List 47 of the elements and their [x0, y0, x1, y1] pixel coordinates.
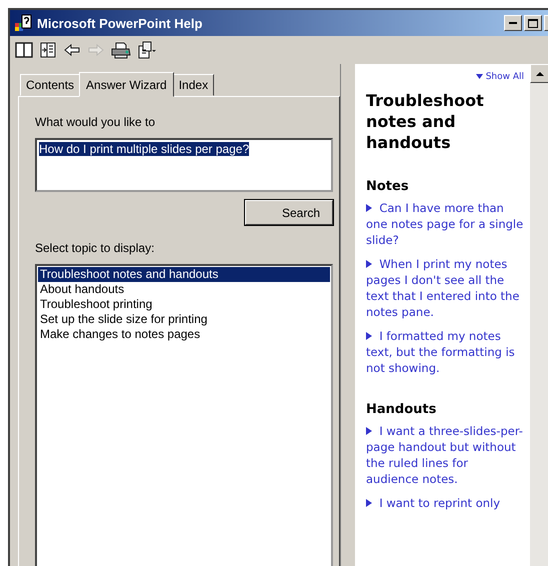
tab[interactable]: Answer Wizard — [79, 72, 174, 97]
article-title: Troubleshoot notes and handouts — [366, 90, 485, 153]
expand-arrow-icon — [366, 332, 372, 340]
split-button[interactable] — [14, 41, 34, 59]
expand-arrow-icon — [366, 427, 372, 435]
expand-arrow-icon — [366, 499, 372, 507]
split-pane-icon — [15, 41, 33, 59]
maximize-button[interactable] — [524, 15, 542, 31]
topic-item[interactable]: Make changes to notes pages — [38, 327, 330, 342]
tab[interactable]: Contents — [20, 74, 80, 96]
tab[interactable]: Index — [172, 74, 214, 96]
window-title: Microsoft PowerPoint Help — [37, 16, 204, 30]
search-button[interactable]: Search — [245, 200, 333, 225]
question-field[interactable]: How do I print multiple slides per page? — [35, 138, 333, 192]
topic-item[interactable]: Troubleshoot notes and handouts — [38, 267, 330, 282]
minimize-icon — [509, 22, 517, 24]
scroll-up-icon — [536, 72, 544, 76]
maximize-icon — [528, 18, 538, 28]
question-label: What would you like to — [35, 115, 156, 129]
show-all-link[interactable]: Show All — [476, 72, 524, 82]
options-icon — [137, 41, 157, 59]
options-button[interactable] — [136, 41, 158, 59]
topics-label: Select topic to display: — [35, 241, 156, 255]
print-button[interactable] — [110, 41, 132, 59]
contents-button[interactable] — [38, 41, 58, 59]
scrollbar[interactable] — [530, 64, 548, 566]
question-link[interactable]: I want to reprint only — [366, 495, 524, 511]
back-button[interactable] — [62, 41, 82, 59]
section-heading: Handouts — [366, 402, 438, 417]
section-heading: Notes — [366, 179, 410, 194]
question-link[interactable]: I formatted my notes text, but the formatting is not showing. — [366, 328, 524, 376]
expand-arrow-icon — [366, 204, 372, 212]
minimize-button[interactable] — [504, 15, 522, 31]
help-icon — [14, 14, 32, 32]
topic-item[interactable]: About handouts — [38, 282, 330, 297]
caret-icon — [476, 74, 483, 79]
expand-arrow-icon — [366, 260, 372, 268]
question-link[interactable]: Can I have more than one notes page for a single slide? — [366, 200, 524, 248]
contents-icon — [39, 41, 57, 59]
topic-item[interactable]: Set up the slide size for printing — [38, 312, 330, 327]
left-arrow-icon — [63, 41, 81, 59]
topic-item[interactable]: Troubleshoot printing — [38, 297, 330, 312]
printer-icon — [111, 41, 131, 59]
question-link[interactable]: I want a three-slides-per-page handout but without the ruled lines for audience notes. — [366, 423, 524, 487]
pane-splitter[interactable] — [340, 64, 356, 566]
right-arrow-icon — [87, 41, 105, 59]
question-link[interactable]: When I print my notes pages I don't see all the text that I entered into the notes pane. — [366, 256, 524, 320]
